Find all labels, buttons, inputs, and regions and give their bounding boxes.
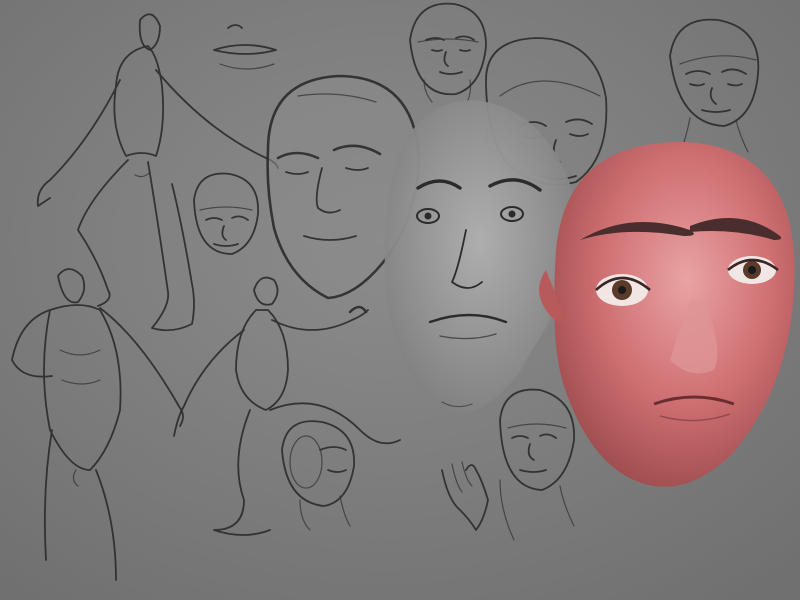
sketch-canvas xyxy=(0,0,800,600)
sketchbook-page xyxy=(0,0,800,600)
